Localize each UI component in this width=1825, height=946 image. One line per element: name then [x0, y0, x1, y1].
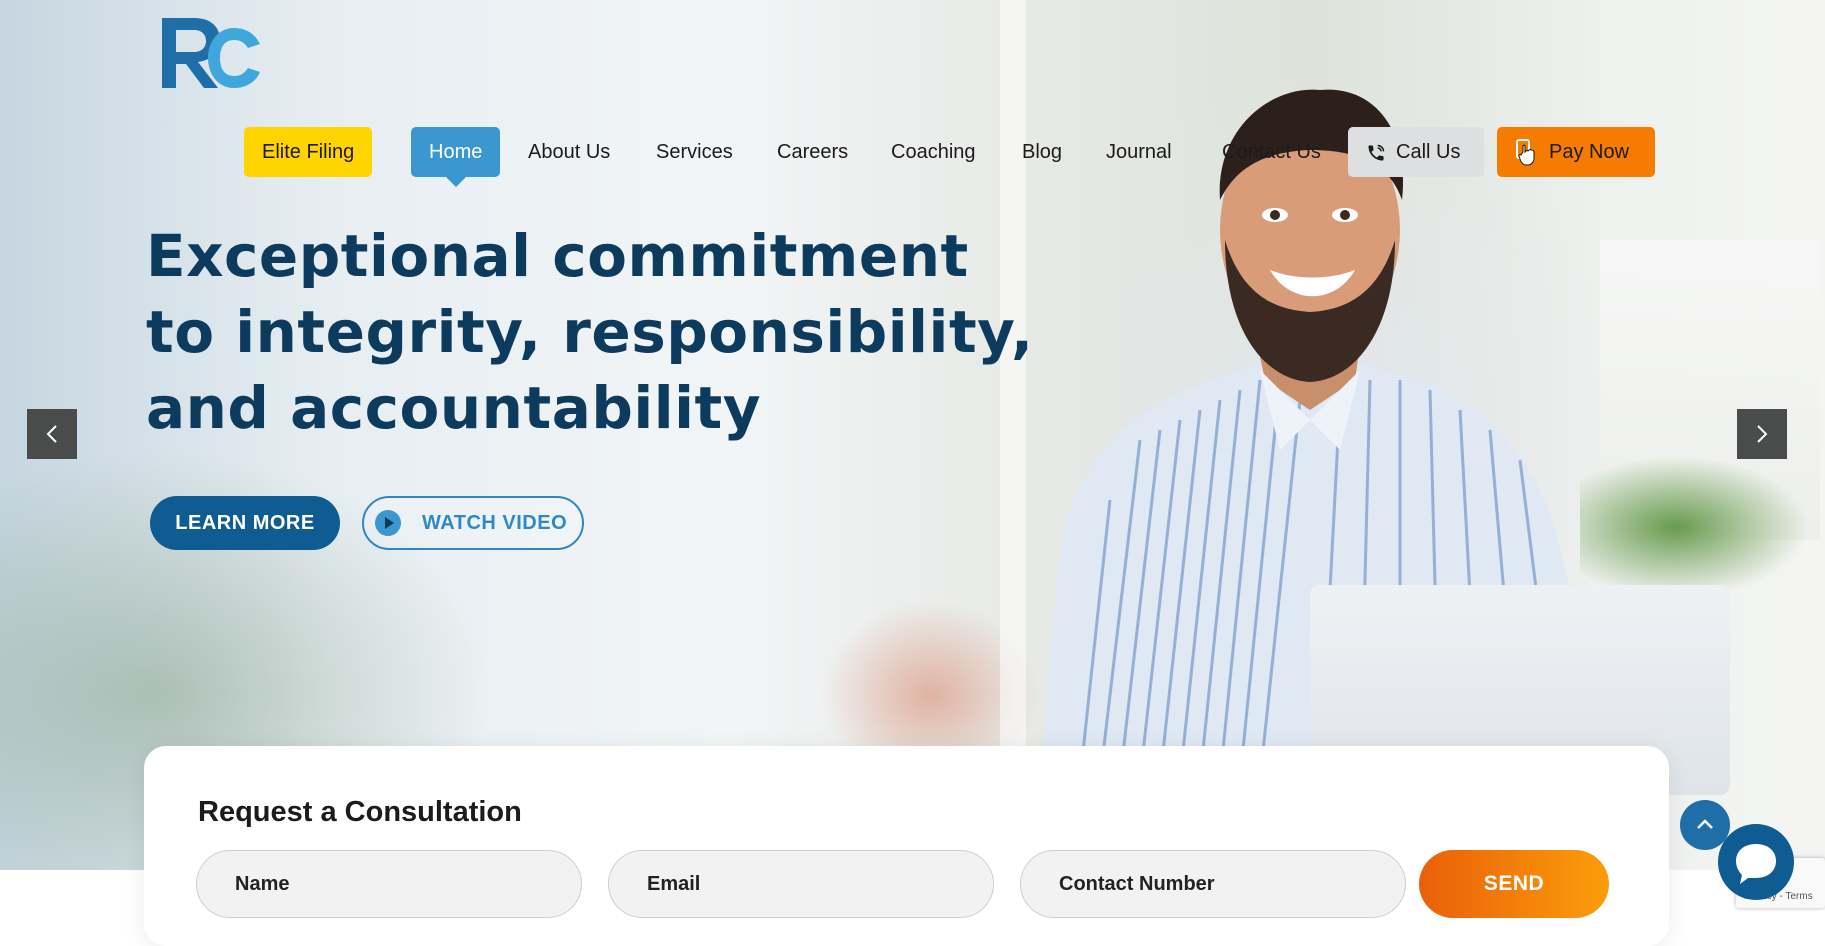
nav-home-label: Home — [429, 141, 483, 163]
call-us-label: Call Us — [1396, 141, 1461, 163]
hero-headline-line-3: and accountability — [146, 374, 762, 442]
send-button[interactable]: SEND — [1419, 850, 1609, 918]
nav-coaching[interactable]: Coaching — [891, 127, 976, 177]
rc-logo[interactable] — [156, 14, 264, 92]
pay-now-label: Pay Now — [1549, 141, 1630, 163]
nav-journal[interactable]: Journal — [1106, 127, 1172, 177]
play-icon — [375, 510, 401, 536]
name-field[interactable]: Name — [196, 850, 582, 918]
nav-careers[interactable]: Careers — [777, 127, 848, 177]
phone-icon — [1368, 144, 1385, 161]
watch-video-label: WATCH VIDEO — [422, 512, 568, 534]
nav-elite-filing[interactable]: Elite Filing — [244, 127, 373, 177]
learn-more-button[interactable]: LEARN MORE — [150, 496, 340, 550]
hero-headline-line-2: to integrity, responsibility, — [146, 298, 1034, 366]
chat-bubble-icon — [1736, 844, 1776, 884]
nav-elite-filing-label: Elite Filing — [262, 141, 355, 163]
email-placeholder: Email — [647, 873, 701, 895]
email-field[interactable]: Email — [608, 850, 994, 918]
watch-video-button[interactable]: WATCH VIDEO — [362, 496, 584, 550]
slider-next-button[interactable] — [1737, 409, 1787, 459]
nav-contact-us[interactable]: Contact Us — [1222, 127, 1321, 177]
nav-coaching-label: Coaching — [891, 141, 976, 163]
call-us-button[interactable]: Call Us — [1348, 127, 1485, 177]
consultation-form: Request a Consultation Name Email Contac… — [144, 746, 1669, 946]
pay-now-button[interactable]: Pay Now — [1497, 127, 1656, 177]
hero-headline: Exceptional commitment to integrity, res… — [146, 218, 1034, 446]
nav-services[interactable]: Services — [656, 127, 733, 177]
learn-more-label: LEARN MORE — [175, 512, 315, 534]
hero-headline-line-1: Exceptional commitment — [146, 222, 969, 290]
nav-services-label: Services — [656, 141, 733, 163]
nav-contact-us-label: Contact Us — [1222, 141, 1321, 163]
nav-careers-label: Careers — [777, 141, 849, 163]
hand-card-icon — [1516, 138, 1535, 166]
slider-prev-button[interactable] — [27, 409, 77, 459]
contact-number-field[interactable]: Contact Number — [1020, 850, 1406, 918]
nav-about-us[interactable]: About Us — [528, 127, 610, 177]
nav-home[interactable]: Home — [411, 127, 501, 187]
nav-about-us-label: About Us — [528, 141, 611, 163]
send-label: SEND — [1483, 872, 1545, 895]
nav-blog[interactable]: Blog — [1022, 127, 1062, 177]
nav-journal-label: Journal — [1106, 141, 1172, 163]
chevron-left-icon — [46, 425, 57, 443]
nav-blog-label: Blog — [1022, 141, 1063, 163]
chevron-right-icon — [1757, 425, 1768, 443]
chat-widget-button[interactable] — [1718, 824, 1794, 900]
name-placeholder: Name — [235, 873, 290, 895]
consultation-title: Request a Consultation — [198, 796, 522, 828]
contact-number-placeholder: Contact Number — [1059, 873, 1215, 895]
